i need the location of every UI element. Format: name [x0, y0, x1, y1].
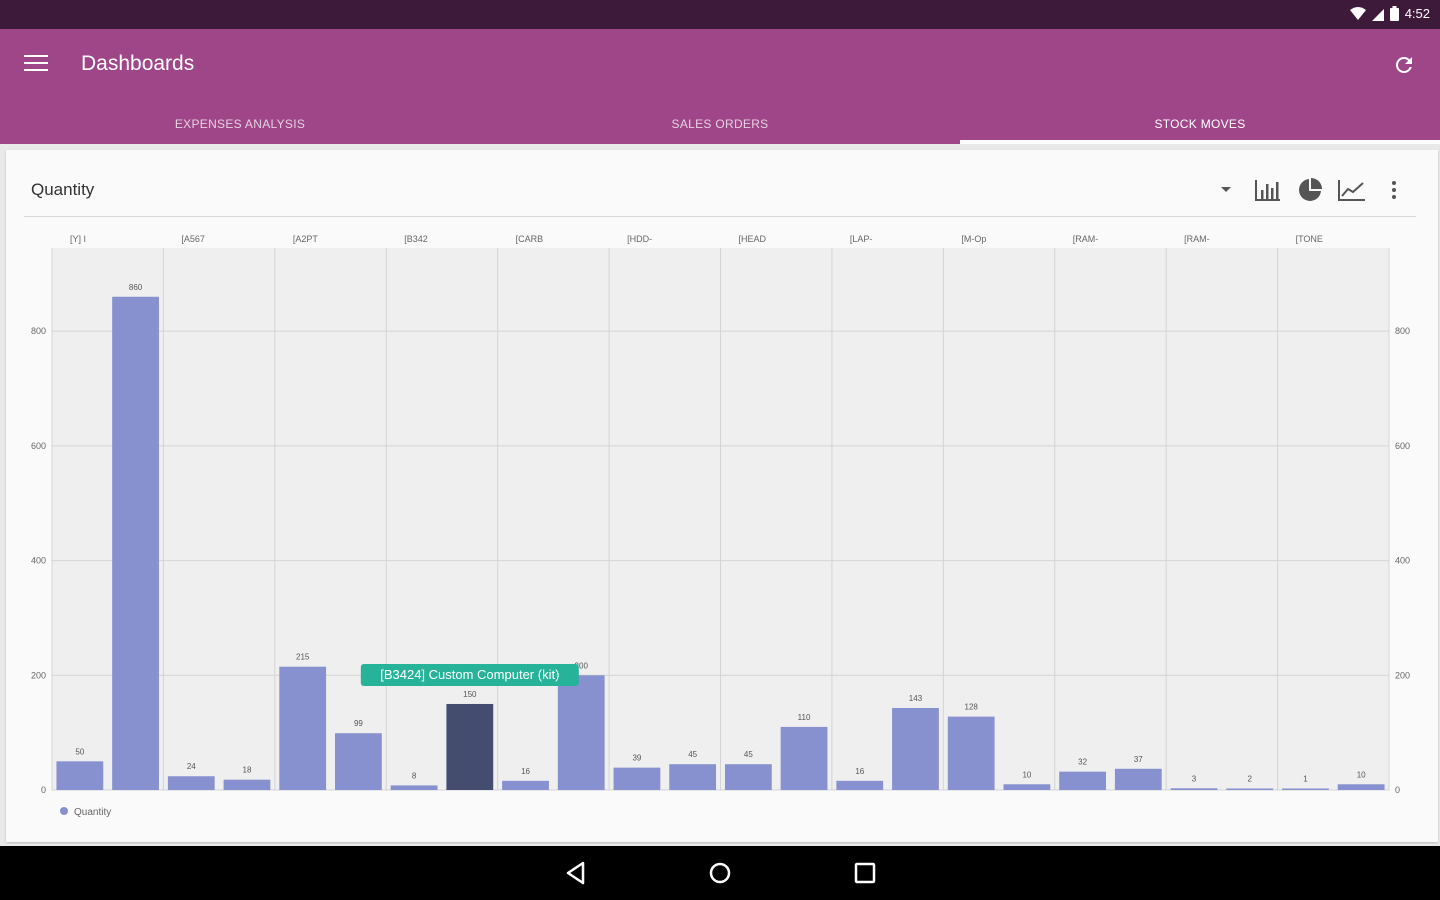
- bar[interactable]: [1114, 768, 1162, 790]
- bar-value-label: 39: [632, 754, 641, 763]
- bar-value-label: 32: [1078, 758, 1087, 767]
- status-time: 4:52: [1404, 6, 1430, 21]
- bar-value-label: 150: [463, 690, 477, 699]
- bar-value-label: 110: [798, 713, 811, 722]
- x-category-label: [M-Op: [961, 234, 986, 244]
- bar-value-label: 45: [744, 750, 753, 759]
- y-tick-label-right: 400: [1395, 556, 1410, 566]
- x-category-label: [TONE: [1296, 234, 1323, 244]
- bar[interactable]: [1282, 788, 1329, 791]
- bar-chart: 0 0 200 200 400 400 600 600 800 800 [Y] I [A567 [A2P…: [31, 234, 1410, 818]
- bar-value-label: 45: [688, 750, 697, 759]
- bar-value-label: 1: [1303, 775, 1308, 784]
- bar[interactable]: [56, 761, 104, 790]
- bar[interactable]: [557, 675, 605, 790]
- y-tick-label-left: 0: [41, 785, 46, 795]
- bar-value-label: 143: [909, 694, 923, 703]
- legend-swatch: [60, 807, 68, 815]
- legend-label: Quantity: [74, 807, 111, 818]
- bar[interactable]: [1226, 788, 1274, 791]
- bar[interactable]: [669, 764, 717, 790]
- bar[interactable]: [1003, 784, 1051, 790]
- home-icon[interactable]: [707, 860, 733, 886]
- x-category-label: [CARB: [516, 234, 544, 244]
- bar[interactable]: [780, 726, 828, 790]
- x-category-label: [B342: [404, 234, 428, 244]
- bar-value-label: 10: [1357, 770, 1366, 779]
- bar-value-label: 18: [243, 766, 252, 775]
- bar-value-label: 2: [1248, 775, 1253, 784]
- y-tick-label-left: 800: [31, 326, 46, 336]
- y-tick-label-right: 600: [1395, 441, 1410, 451]
- bar[interactable]: [1170, 788, 1218, 790]
- y-tick-label-right: 200: [1395, 670, 1410, 680]
- tooltip-text: [B3424] Custom Computer (kit): [380, 667, 559, 682]
- bar[interactable]: [334, 733, 382, 790]
- bar[interactable]: [279, 666, 327, 790]
- back-icon[interactable]: [563, 860, 589, 886]
- y-tick-label-left: 600: [31, 441, 46, 451]
- bar-value-label: 99: [354, 719, 363, 728]
- bar-value-label: 24: [187, 762, 196, 771]
- bar[interactable]: [112, 296, 159, 790]
- bar-value-label: 50: [75, 747, 84, 756]
- x-category-label: [HEAD: [739, 234, 767, 244]
- bar[interactable]: [223, 779, 271, 790]
- bar-value-label: 860: [129, 283, 143, 292]
- bar-value-label: 16: [521, 767, 530, 776]
- bar[interactable]: [724, 764, 772, 790]
- bar[interactable]: [390, 785, 438, 790]
- tab-expenses-analysis[interactable]: EXPENSES ANALYSIS: [0, 109, 480, 144]
- tab-sales-orders[interactable]: SALES ORDERS: [480, 109, 960, 144]
- y-tick-label-left: 400: [31, 556, 46, 566]
- bar[interactable]: [836, 780, 884, 790]
- bar[interactable]: [167, 776, 215, 790]
- y-tick-label-right: 0: [1395, 785, 1400, 795]
- bar[interactable]: [446, 703, 494, 790]
- bar[interactable]: [613, 767, 661, 790]
- bar[interactable]: [947, 716, 995, 790]
- tab-bar: EXPENSES ANALYSIS SALES ORDERS STOCK MOV…: [0, 109, 1440, 144]
- app-bar: Dashboards EXPENSES ANALYSIS SALES ORDER…: [0, 29, 1440, 144]
- x-category-label: [RAM-: [1184, 234, 1210, 244]
- bar-value-label: 3: [1192, 774, 1197, 783]
- navigation-bar: [0, 846, 1440, 900]
- bar-value-label: 37: [1134, 755, 1143, 764]
- bar[interactable]: [892, 707, 939, 790]
- bar-value-label: 10: [1022, 770, 1031, 779]
- status-icons: 4:52: [1349, 6, 1430, 21]
- x-category-label: [A2PT: [293, 234, 319, 244]
- x-category-label: [Y] I: [70, 234, 86, 244]
- signal-icon: [1371, 8, 1384, 21]
- bar-value-label: 128: [965, 703, 979, 712]
- page-title: Dashboards: [81, 52, 195, 75]
- x-category-label: [RAM-: [1073, 234, 1099, 244]
- bar[interactable]: [1337, 784, 1385, 790]
- status-bar: 4:52: [0, 0, 1440, 29]
- tab-stock-moves[interactable]: STOCK MOVES: [960, 109, 1440, 144]
- refresh-icon[interactable]: [1392, 53, 1416, 77]
- battery-icon: [1389, 6, 1399, 21]
- recents-icon[interactable]: [852, 860, 878, 886]
- chart-card: Quantity 0 0 200 200 400 400 600 600 800 800 [Y] I…: [6, 150, 1438, 842]
- x-category-label: [A567: [181, 234, 205, 244]
- x-category-label: [HDD-: [627, 234, 652, 244]
- y-tick-label-right: 800: [1395, 326, 1410, 336]
- bar[interactable]: [1059, 771, 1107, 790]
- x-category-label: [LAP-: [850, 234, 873, 244]
- y-tick-label-left: 200: [31, 670, 46, 680]
- bar[interactable]: [502, 780, 549, 790]
- menu-icon[interactable]: [24, 55, 48, 73]
- bar-value-label: 16: [855, 767, 864, 776]
- wifi-icon: [1349, 6, 1366, 20]
- bar-value-label: 215: [296, 653, 310, 662]
- bar-value-label: 8: [412, 771, 417, 780]
